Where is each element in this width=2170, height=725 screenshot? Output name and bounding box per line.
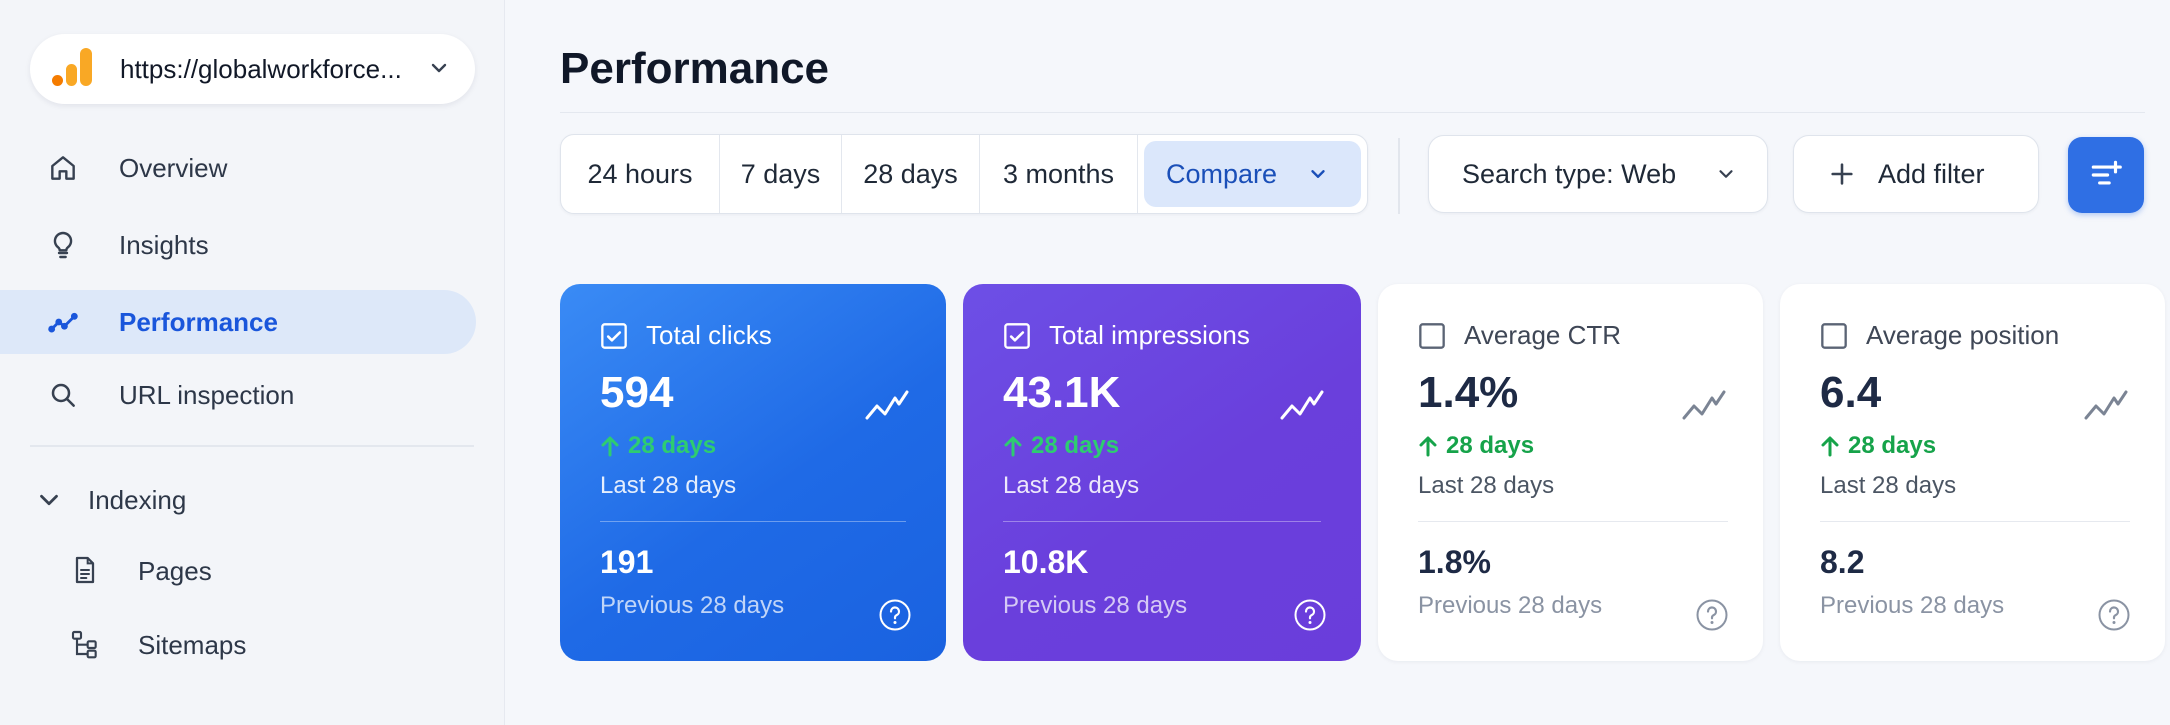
help-icon[interactable] [878,598,912,632]
property-url: https://globalworkforce... [120,53,402,84]
search-type-label: Search type: Web [1462,158,1677,189]
metric-name: Average CTR [1464,320,1622,350]
sidebar-item-performance[interactable]: Performance [0,290,476,354]
help-icon[interactable] [1695,598,1729,632]
metric-previous-label: Previous 28 days [600,592,785,619]
metric-delta: 28 days [1003,432,1119,460]
range-28-days-button[interactable]: 28 days [842,135,980,213]
search-type-dropdown[interactable]: Search type: Web [1428,135,1768,213]
arrow-up-icon [1004,436,1022,457]
metric-name: Total impressions [1049,320,1250,350]
checkbox-unchecked-icon[interactable] [1820,322,1848,350]
metric-card-total-impressions[interactable]: Total impressions 43.1K 28 days Last 28 … [963,284,1361,661]
trend-line-icon [1280,390,1324,420]
sidebar-section-label: Indexing [88,484,187,515]
sidebar-section-indexing[interactable]: Indexing [30,470,186,530]
add-filter-button[interactable]: Add filter [1793,135,2039,213]
sitemap-icon [68,627,102,661]
checkbox-checked-icon[interactable] [1003,322,1031,350]
sidebar-item-label: URL inspection [119,379,295,410]
sidebar-item-overview[interactable]: Overview [0,136,476,200]
trend-line-icon [2084,390,2128,420]
performance-icon [46,305,80,339]
date-range-selector: 24 hours 7 days 28 days 3 months Compare [560,134,1368,214]
metric-delta-label: 28 days [1848,432,1937,459]
sidebar-item-label: Pages [138,556,212,586]
metric-delta-label: 28 days [628,432,717,459]
range-24-hours-button[interactable]: 24 hours [561,135,720,213]
property-selector[interactable]: https://globalworkforce... [30,34,475,104]
metric-name: Total clicks [646,320,772,350]
trend-line-icon [865,390,909,420]
sidebar: https://globalworkforce... Overview Insi… [0,0,505,725]
sidebar-item-insights[interactable]: Insights [0,213,476,277]
range-7-days-button[interactable]: 7 days [720,135,842,213]
help-icon[interactable] [2097,598,2131,632]
metric-delta: 28 days [1418,432,1534,460]
chevron-down-icon [40,494,58,506]
metric-value: 6.4 [1820,368,1882,417]
sidebar-item-label: Sitemaps [138,630,247,660]
metric-previous-value: 191 [600,544,654,580]
sidebar-item-label: Insights [119,229,209,260]
metric-delta: 28 days [600,432,716,460]
help-icon[interactable] [1293,598,1327,632]
sidebar-item-url-inspection[interactable]: URL inspection [0,363,476,427]
metric-value: 594 [600,368,674,417]
compare-button[interactable]: Compare [1144,141,1361,207]
analytics-logo-icon [52,48,94,90]
compare-label: Compare [1166,158,1278,189]
title-divider [560,112,2145,113]
add-filter-label: Add filter [1878,158,1985,189]
metric-delta-label: 28 days [1031,432,1120,459]
metric-previous-label: Previous 28 days [1820,592,2005,619]
search-icon [46,378,80,412]
checkbox-checked-icon[interactable] [600,322,628,350]
metric-card-average-position[interactable]: Average position 6.4 28 days Last 28 day… [1780,284,2165,661]
plus-icon [1831,163,1853,185]
metric-card-total-clicks[interactable]: Total clicks 594 28 days Last 28 days 19… [560,284,946,661]
lightbulb-icon [46,228,80,262]
chevron-down-icon [1719,170,1733,178]
arrow-up-icon [1419,436,1437,457]
card-divider [1418,521,1728,522]
chevron-down-icon [1311,170,1325,178]
metric-previous-value: 1.8% [1418,544,1491,580]
metric-value: 1.4% [1418,368,1519,417]
sidebar-item-pages[interactable]: Pages [0,540,476,600]
metric-delta: 28 days [1820,432,1936,460]
trend-line-icon [1682,390,1726,420]
metric-value: 43.1K [1003,368,1121,417]
sidebar-item-sitemaps[interactable]: Sitemaps [0,614,476,674]
metric-period: Last 28 days [1003,472,1140,499]
chevron-down-icon [431,63,447,73]
home-icon [46,151,80,185]
card-divider [1820,521,2130,522]
metric-previous-label: Previous 28 days [1418,592,1603,619]
metric-period: Last 28 days [600,472,737,499]
sidebar-item-label: Overview [119,152,228,183]
arrow-up-icon [601,436,619,457]
sidebar-item-label: Performance [119,306,278,337]
filter-settings-button[interactable] [2068,137,2144,213]
page-title: Performance [560,44,830,93]
metric-previous-label: Previous 28 days [1003,592,1188,619]
metric-card-average-ctr[interactable]: Average CTR 1.4% 28 days Last 28 days 1.… [1378,284,1763,661]
filter-list-icon [2091,160,2122,185]
card-divider [600,521,906,522]
metric-period: Last 28 days [1418,472,1555,499]
checkbox-unchecked-icon[interactable] [1418,322,1446,350]
arrow-up-icon [1821,436,1839,457]
toolbar-separator [1398,138,1400,214]
range-3-months-button[interactable]: 3 months [980,135,1138,213]
card-divider [1003,521,1321,522]
metric-previous-value: 8.2 [1820,544,1865,580]
sidebar-divider [30,445,474,447]
metric-delta-label: 28 days [1446,432,1535,459]
metric-period: Last 28 days [1820,472,1957,499]
metric-name: Average position [1866,320,2060,350]
document-icon [68,553,102,587]
metric-previous-value: 10.8K [1003,544,1089,580]
